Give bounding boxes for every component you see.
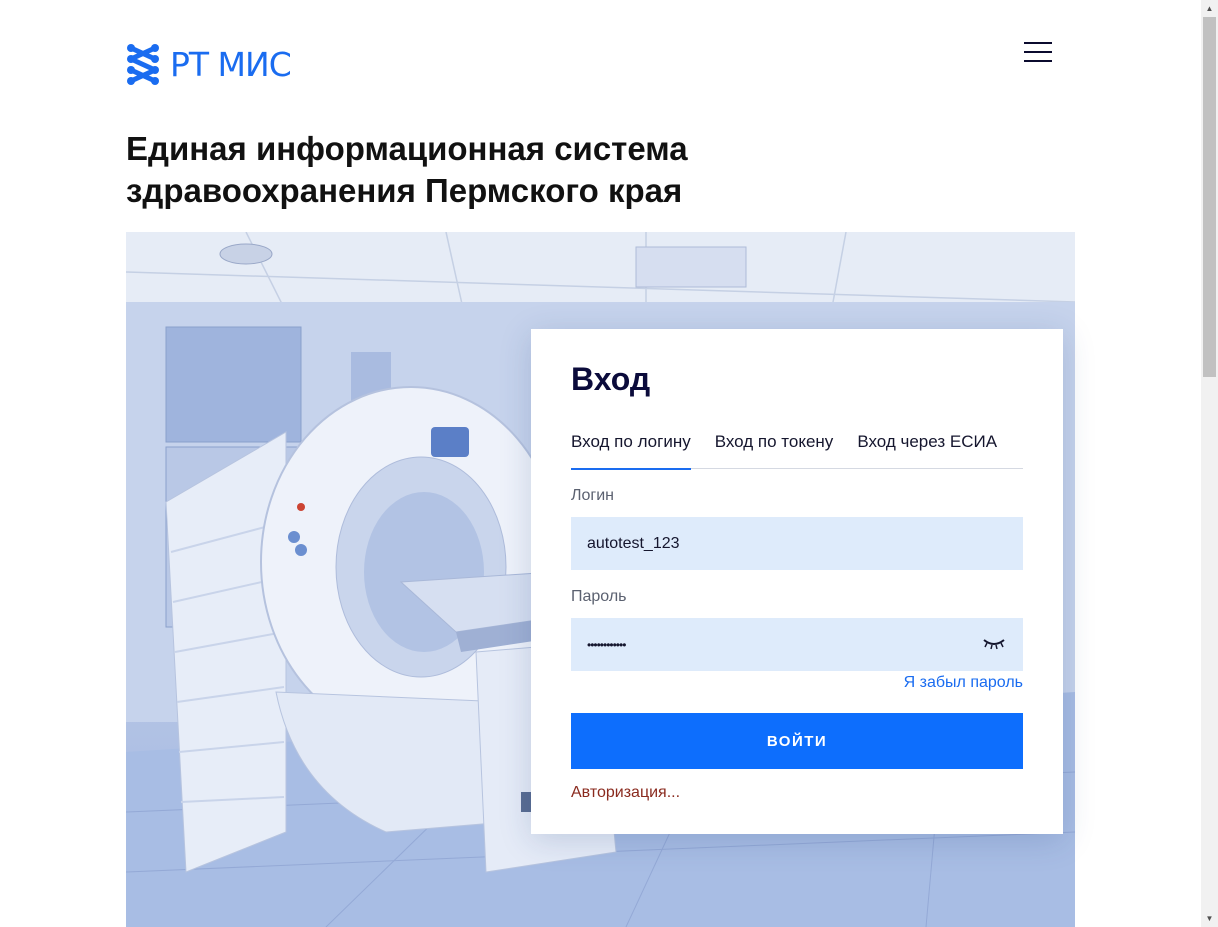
logo-text: РТ МИС bbox=[170, 44, 292, 84]
tab-login-via-esia[interactable]: Вход через ЕСИА bbox=[857, 429, 997, 469]
tab-login-by-token[interactable]: Вход по токену bbox=[715, 429, 834, 469]
scroll-down-arrow-icon[interactable]: ▼ bbox=[1201, 910, 1218, 927]
logo[interactable]: РТ МИС bbox=[126, 42, 292, 86]
password-input-value: •••••••••••• bbox=[587, 637, 626, 652]
forgot-password-link[interactable]: Я забыл пароль bbox=[904, 674, 1023, 692]
scroll-up-arrow-icon[interactable]: ▲ bbox=[1201, 0, 1218, 17]
logo-dna-icon bbox=[127, 44, 159, 85]
page-title: Единая информационная система здравоохра… bbox=[126, 130, 688, 209]
eye-closed-icon[interactable] bbox=[983, 637, 1005, 651]
login-title: Вход bbox=[571, 361, 651, 397]
login-card: Вход Вход по логину Вход по токену Вход … bbox=[531, 329, 1063, 834]
login-tabs: Вход по логину Вход по токену Вход через… bbox=[571, 429, 1023, 470]
tab-login-by-password[interactable]: Вход по логину bbox=[571, 429, 691, 470]
vertical-scrollbar[interactable]: ▲ ▼ bbox=[1201, 0, 1218, 927]
login-field-label: Логин bbox=[571, 487, 615, 504]
password-field-label: Пароль bbox=[571, 588, 627, 605]
status-text: Авторизация... bbox=[571, 784, 681, 801]
submit-button[interactable]: ВОЙТИ bbox=[571, 713, 1023, 769]
login-input[interactable]: autotest_123 bbox=[571, 517, 1023, 570]
login-input-value: autotest_123 bbox=[587, 534, 680, 552]
hamburger-menu-icon[interactable] bbox=[1024, 42, 1052, 64]
scrollbar-thumb[interactable] bbox=[1203, 17, 1216, 377]
password-input[interactable]: •••••••••••• bbox=[571, 618, 1023, 671]
